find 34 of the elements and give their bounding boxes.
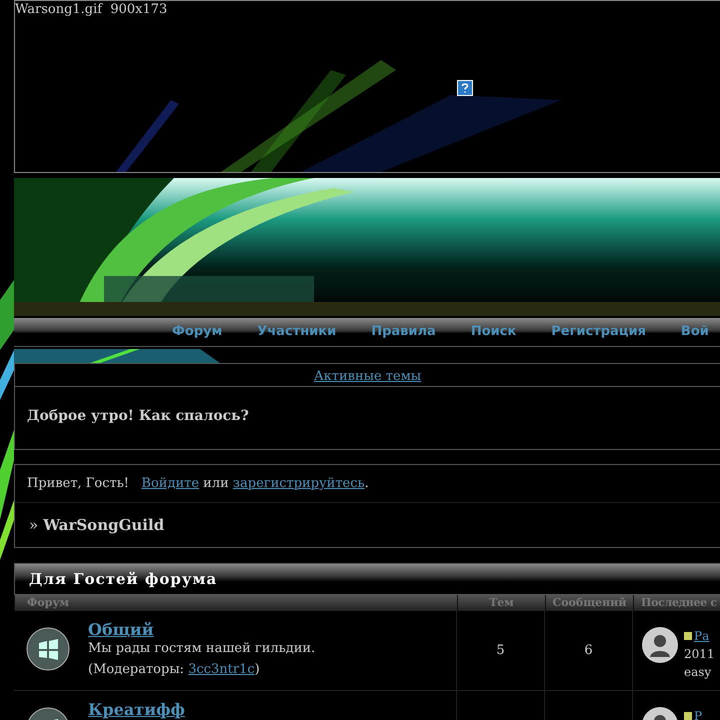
login-link[interactable]: Войдите	[141, 474, 200, 494]
moderator-link[interactable]: 3cc3ntr1c	[188, 659, 255, 681]
nav-link[interactable]: Вой	[680, 324, 709, 340]
forum-title-link[interactable]: Общий	[88, 621, 316, 639]
last-post-user: easy	[684, 664, 712, 681]
forum-orb-icon	[26, 627, 70, 671]
last-post-link[interactable]: Ра	[694, 627, 710, 645]
forum-title-link[interactable]: Креатифф	[88, 701, 185, 719]
new-post-icon	[684, 632, 692, 640]
moderators-label: (Модераторы:	[88, 661, 186, 679]
greeting-text: Привет, Гость!	[27, 474, 130, 493]
nav-link[interactable]: Поиск	[470, 324, 516, 340]
register-link[interactable]: зарегистрируйтесь	[232, 474, 365, 494]
posts-count: 6	[584, 642, 593, 660]
nav-link[interactable]: Участники	[257, 324, 336, 340]
nav-link[interactable]: Форум	[172, 324, 222, 340]
user-avatar-icon	[642, 627, 678, 663]
moderators-end: )	[254, 661, 260, 679]
topics-count: 5	[496, 642, 505, 660]
announcement-text: Доброе утро! Как спалось?	[27, 406, 249, 426]
nav-link[interactable]: Регистрация	[551, 324, 646, 340]
new-post-icon	[684, 712, 692, 720]
active-topics-link[interactable]: Активные темы	[314, 364, 422, 386]
broken-image-icon	[457, 80, 473, 96]
category-title: Для Гостей форума	[29, 568, 218, 590]
breadcrumb-separator: »	[29, 514, 38, 536]
image-alt-text: Warsong1.gif 900x173	[15, 1, 168, 19]
last-post-link[interactable]: Р	[694, 707, 702, 720]
forum-description: Мы рады гостям нашей гильдии.	[88, 640, 316, 658]
nav-link[interactable]: Правила	[371, 324, 436, 340]
period-text: .	[364, 474, 369, 493]
breadcrumb-title: WarSongGuild	[43, 514, 164, 536]
last-post-date: 2011	[684, 646, 715, 663]
or-text: или	[203, 474, 229, 493]
